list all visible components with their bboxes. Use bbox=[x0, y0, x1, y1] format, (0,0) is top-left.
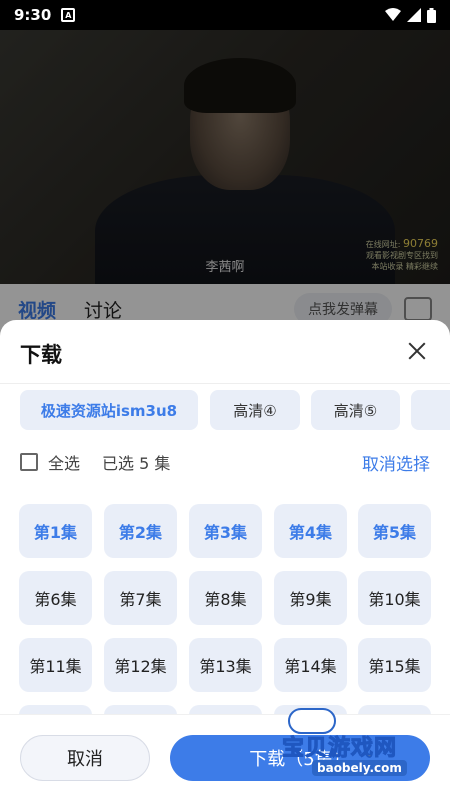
episode-item[interactable]: 第4集 bbox=[274, 504, 347, 558]
watermark-brand: 宝贝游戏网 bbox=[281, 736, 398, 762]
watermark-domain: baobely.com bbox=[312, 760, 407, 776]
episode-item[interactable]: 第13集 bbox=[189, 638, 262, 692]
episode-grid: 第1集 第2集 第3集 第4集 第5集 第6集 第7集 第8集 第9集 第10集… bbox=[0, 504, 450, 714]
source-chip[interactable]: 高清④ bbox=[210, 390, 300, 430]
episode-item[interactable]: 第14集 bbox=[274, 638, 347, 692]
episode-item[interactable]: 第10集 bbox=[358, 571, 431, 625]
episode-item[interactable]: 第9集 bbox=[274, 571, 347, 625]
signal-icon bbox=[407, 8, 421, 22]
sheet-header: 下载 bbox=[0, 320, 450, 384]
episode-item[interactable]: 第12集 bbox=[104, 638, 177, 692]
source-chip[interactable]: 高清⑤ bbox=[311, 390, 400, 430]
episode-item[interactable]: 第7集 bbox=[104, 571, 177, 625]
episode-item[interactable]: 第2集 bbox=[104, 504, 177, 558]
status-bar: 9:30 A bbox=[0, 0, 450, 30]
selected-count: 已选 5 集 bbox=[102, 454, 171, 473]
episode-item-partial[interactable] bbox=[189, 705, 262, 714]
episode-item[interactable]: 第11集 bbox=[19, 638, 92, 692]
episode-item[interactable]: 第6集 bbox=[19, 571, 92, 625]
status-time: 9:30 bbox=[14, 6, 52, 24]
episode-item[interactable]: 第8集 bbox=[189, 571, 262, 625]
episode-item[interactable]: 第5集 bbox=[358, 504, 431, 558]
episode-item[interactable]: 第15集 bbox=[358, 638, 431, 692]
status-icons bbox=[385, 7, 436, 23]
battery-icon bbox=[427, 7, 436, 23]
cancel-selection-link[interactable]: 取消选择 bbox=[362, 450, 430, 475]
sheet-title: 下载 bbox=[20, 343, 62, 367]
notification-icon: A bbox=[61, 8, 76, 22]
episode-item-partial[interactable] bbox=[104, 705, 177, 714]
wifi-icon bbox=[385, 8, 401, 21]
episode-item[interactable]: 第1集 bbox=[19, 504, 92, 558]
selection-row: 全选 已选 5 集 取消选择 bbox=[0, 446, 450, 478]
select-all-label[interactable]: 全选 bbox=[48, 450, 80, 474]
episode-item-partial[interactable] bbox=[19, 705, 92, 714]
episode-item[interactable]: 第3集 bbox=[189, 504, 262, 558]
source-selector: 极速资源站ism3u8 高清④ 高清⑤ bbox=[0, 390, 450, 432]
source-chip[interactable] bbox=[411, 390, 450, 430]
site-watermark-logo: 宝贝游戏网 baobely.com bbox=[276, 708, 436, 786]
source-chip[interactable]: 极速资源站ism3u8 bbox=[20, 390, 198, 430]
select-all-checkbox[interactable] bbox=[20, 453, 38, 471]
cancel-button[interactable]: 取消 bbox=[20, 735, 150, 781]
close-icon[interactable] bbox=[406, 340, 428, 362]
